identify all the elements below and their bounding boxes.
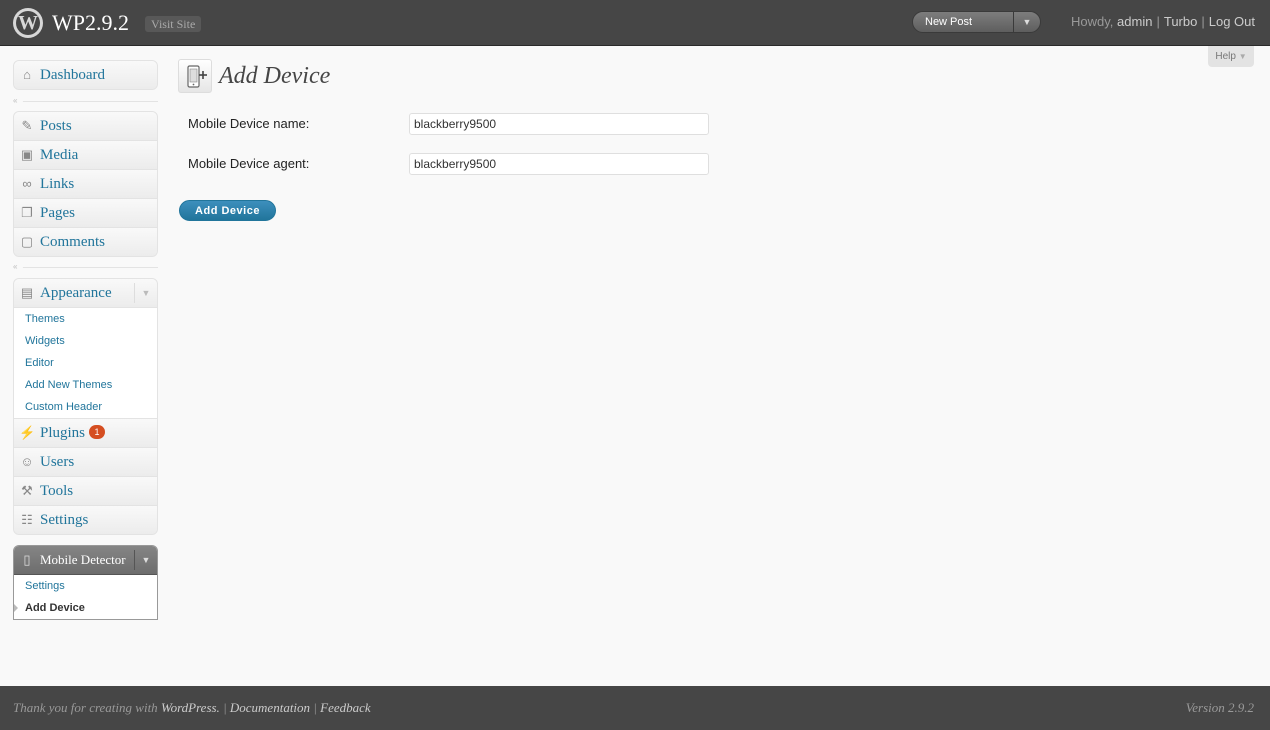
submenu-item-custom-header[interactable]: Custom Header bbox=[14, 396, 157, 418]
thank-you-text: Thank you for creating with bbox=[13, 700, 158, 715]
menu-label: Plugins 1 bbox=[40, 419, 106, 447]
device-agent-field[interactable] bbox=[409, 153, 709, 175]
help-tab[interactable]: Help ▼ bbox=[1208, 46, 1254, 67]
menu-group-content: ✎ Posts ▣ Media ∞ Links ❐ Pages ▢ Commen… bbox=[13, 111, 158, 257]
menu-label: Tools bbox=[40, 483, 74, 499]
menu-label: Users bbox=[40, 454, 75, 470]
menu-item-media[interactable]: ▣ Media bbox=[14, 141, 157, 170]
submenu-item-add-device[interactable]: Add Device bbox=[14, 597, 157, 619]
menu-item-appearance[interactable]: ▤ Appearance ▼ bbox=[14, 279, 157, 308]
menu-item-posts[interactable]: ✎ Posts bbox=[14, 112, 157, 141]
appearance-submenu: Themes Widgets Editor Add New Themes Cus… bbox=[14, 308, 157, 419]
layout-icon: ▤ bbox=[20, 285, 34, 300]
version-text: Version 2.9.2 bbox=[1185, 700, 1254, 715]
menu-label: Settings bbox=[40, 512, 89, 528]
collapse-arrows-icon[interactable]: « bbox=[13, 96, 23, 106]
settings-sliders-icon: ☷ bbox=[21, 512, 33, 527]
menu-label: Comments bbox=[40, 234, 106, 250]
documentation-link[interactable]: Documentation bbox=[230, 700, 310, 715]
site-title[interactable]: WP2.9.2 bbox=[52, 9, 129, 37]
device-add-svg bbox=[187, 65, 207, 88]
menu-group-dashboard: ⌂ Dashboard bbox=[13, 60, 158, 90]
separator-text: | bbox=[223, 700, 227, 715]
collapse-arrows-icon[interactable]: « bbox=[13, 262, 23, 272]
admin-footer: Thank you for creating with WordPress. |… bbox=[0, 686, 1270, 730]
submenu-item-editor[interactable]: Editor bbox=[14, 352, 157, 374]
plugins-label: Plugins bbox=[40, 425, 86, 441]
menu-separator[interactable]: « bbox=[13, 96, 158, 106]
favorite-actions-dropdown[interactable]: New Post ▼ bbox=[912, 11, 1041, 33]
menu-item-comments[interactable]: ▢ Comments bbox=[14, 228, 157, 256]
menu-item-links[interactable]: ∞ Links bbox=[14, 170, 157, 199]
new-post-button[interactable]: New Post bbox=[925, 12, 972, 32]
chevron-down-icon: ▼ bbox=[1238, 52, 1247, 61]
menu-label: Media bbox=[40, 147, 79, 163]
menu-item-settings[interactable]: ☷ Settings bbox=[14, 506, 157, 534]
menu-item-plugins[interactable]: ⚡ Plugins 1 bbox=[14, 419, 157, 448]
howdy-text: Howdy, bbox=[1071, 14, 1114, 29]
device-agent-label: Mobile Device agent: bbox=[188, 156, 310, 171]
menu-group-mobile-detector: ▯ Mobile Detector ▼ Settings Add Device bbox=[13, 545, 158, 620]
wordpress-logo-icon[interactable]: W bbox=[13, 8, 43, 38]
help-label: Help bbox=[1215, 51, 1236, 62]
pushpin-icon: ✎ bbox=[21, 118, 33, 133]
menu-item-dashboard[interactable]: ⌂ Dashboard bbox=[14, 61, 157, 89]
user-info: Howdy, admin | Turbo | Log Out bbox=[1071, 14, 1255, 29]
pages-icon: ❐ bbox=[21, 205, 33, 220]
feedback-link[interactable]: Feedback bbox=[320, 700, 371, 715]
log-out-link[interactable]: Log Out bbox=[1209, 14, 1255, 29]
menu-label: Posts bbox=[40, 118, 72, 134]
visit-site-button[interactable]: Visit Site bbox=[145, 16, 202, 32]
chevron-down-icon[interactable]: ▼ bbox=[1013, 12, 1040, 32]
menu-item-mobile-detector[interactable]: ▯ Mobile Detector ▼ bbox=[14, 546, 157, 575]
submenu-item-settings[interactable]: Settings bbox=[14, 575, 157, 597]
mobile-phone-icon: ▯ bbox=[23, 552, 31, 567]
users-icon: ☺ bbox=[20, 454, 34, 469]
separator-text: | bbox=[1156, 14, 1160, 29]
update-count-badge: 1 bbox=[89, 425, 106, 439]
device-name-label: Mobile Device name: bbox=[188, 116, 310, 131]
separator-text: | bbox=[1201, 14, 1205, 29]
menu-item-users[interactable]: ☺ Users bbox=[14, 448, 157, 477]
submenu-item-add-new-themes[interactable]: Add New Themes bbox=[14, 374, 157, 396]
mobile-detector-submenu: Settings Add Device bbox=[14, 575, 157, 619]
menu-item-tools[interactable]: ⚒ Tools bbox=[14, 477, 157, 506]
camera-icon: ▣ bbox=[20, 147, 34, 162]
menu-group-settings: ▤ Appearance ▼ Themes Widgets Editor Add… bbox=[13, 278, 158, 535]
menu-item-pages[interactable]: ❐ Pages bbox=[14, 199, 157, 228]
menu-separator[interactable]: « bbox=[13, 262, 158, 272]
footer-credits: Thank you for creating with WordPress. |… bbox=[13, 700, 371, 716]
wordpress-link[interactable]: WordPress. bbox=[161, 700, 220, 715]
user-name-link[interactable]: admin bbox=[1117, 14, 1152, 29]
menu-label: Appearance bbox=[40, 285, 112, 301]
submenu-item-widgets[interactable]: Widgets bbox=[14, 330, 157, 352]
menu-label: Links bbox=[40, 176, 75, 192]
menu-label: Mobile Detector bbox=[40, 552, 126, 567]
submenu-item-themes[interactable]: Themes bbox=[14, 308, 157, 330]
add-device-button[interactable]: Add Device bbox=[179, 200, 276, 221]
current-item-arrow-icon bbox=[14, 603, 18, 613]
turbo-link[interactable]: Turbo bbox=[1164, 14, 1197, 29]
page-title: Add Device bbox=[219, 63, 331, 89]
chevron-down-icon[interactable]: ▼ bbox=[134, 283, 157, 303]
tools-icon: ⚒ bbox=[21, 483, 33, 498]
mobile-device-add-icon bbox=[178, 59, 212, 93]
speech-bubble-icon: ▢ bbox=[20, 234, 34, 249]
menu-label: Dashboard bbox=[40, 67, 105, 83]
menu-label: Pages bbox=[40, 205, 75, 221]
device-name-field[interactable] bbox=[409, 113, 709, 135]
separator-text: | bbox=[313, 700, 317, 715]
admin-header: W WP2.9.2 Visit Site New Post ▼ Howdy, a… bbox=[0, 0, 1270, 46]
plug-icon: ⚡ bbox=[19, 425, 36, 440]
chevron-down-icon[interactable]: ▼ bbox=[134, 550, 157, 570]
chain-link-icon: ∞ bbox=[22, 176, 32, 191]
house-icon: ⌂ bbox=[23, 67, 31, 82]
